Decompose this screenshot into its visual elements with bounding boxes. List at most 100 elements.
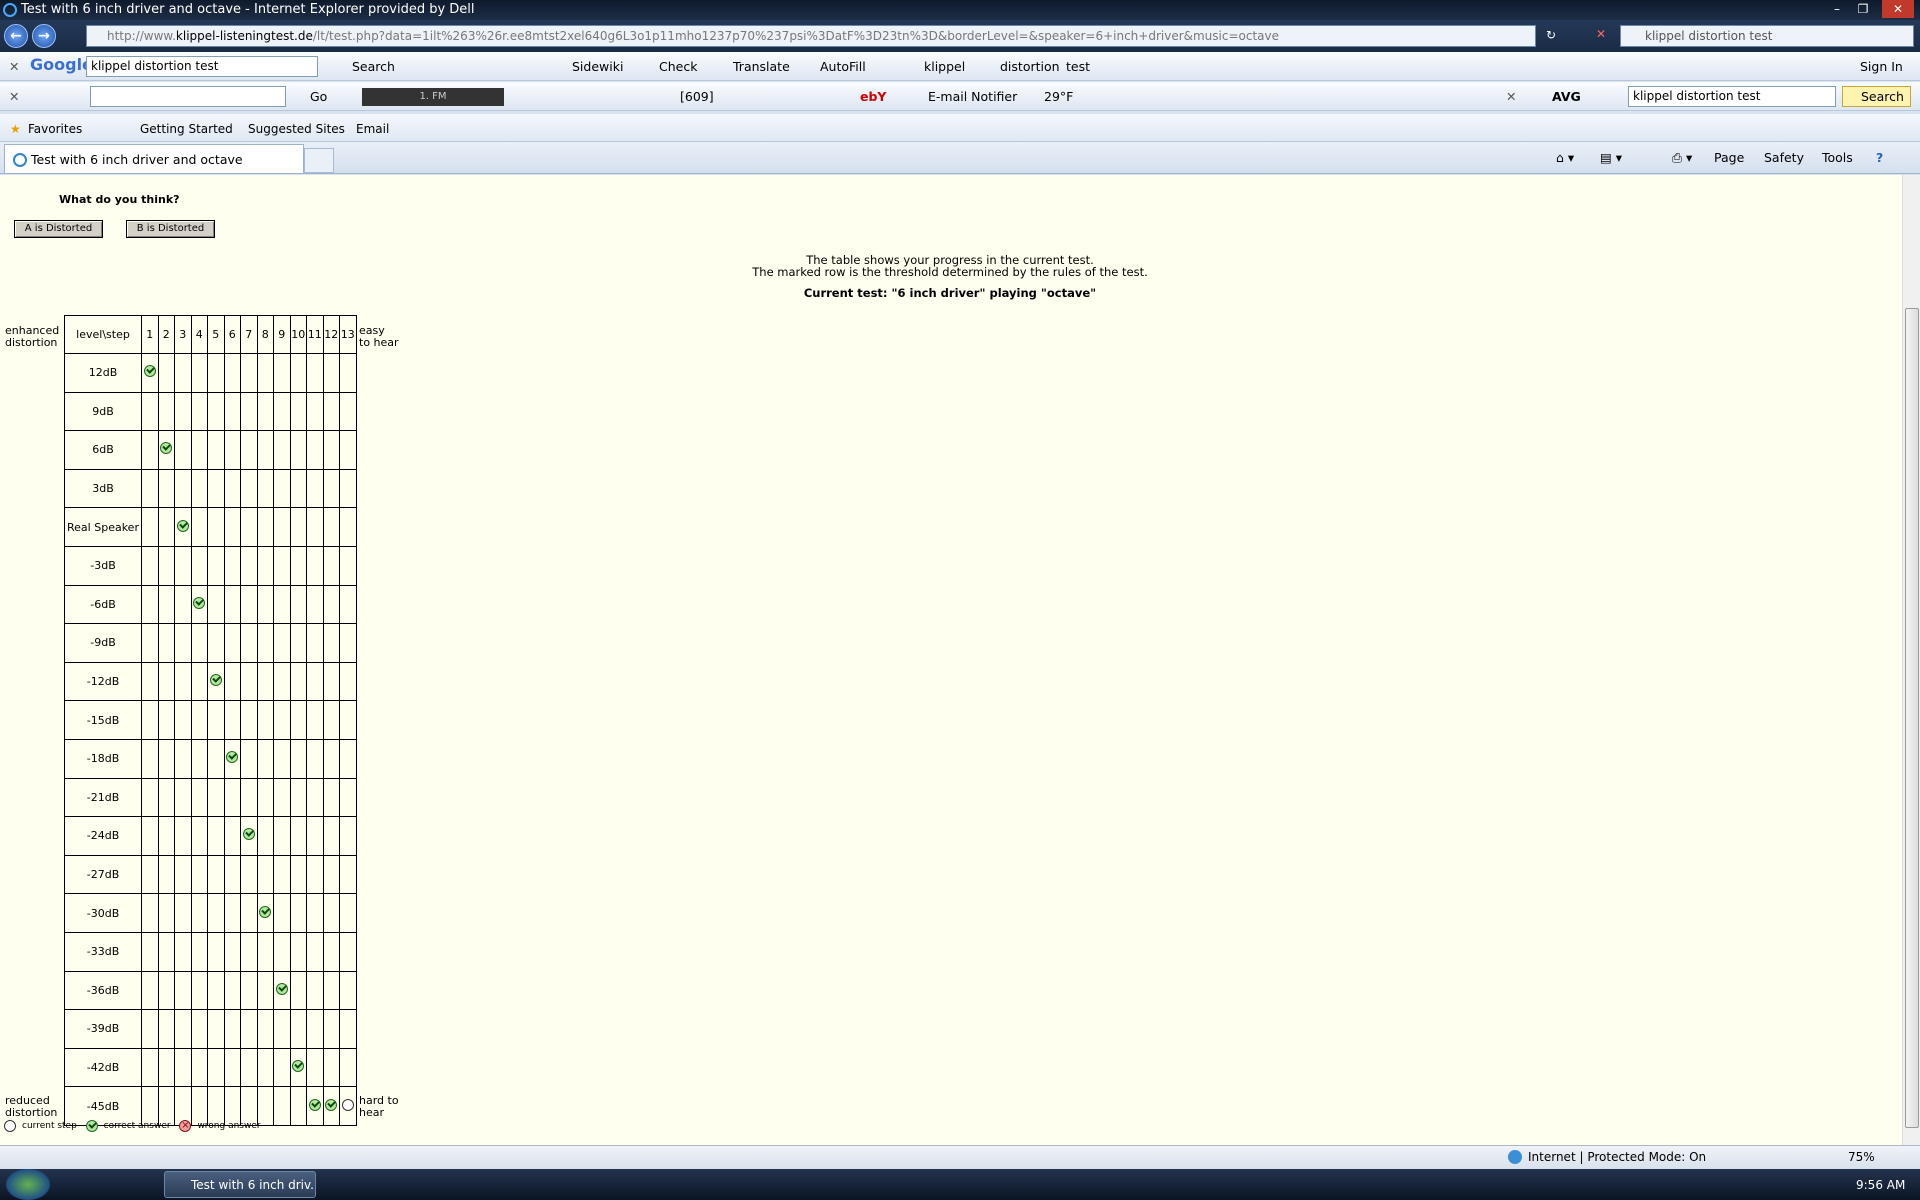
tab-current[interactable]: Test with 6 inch driver and octave (4, 144, 304, 173)
cell (273, 1086, 291, 1126)
b-is-distorted-button[interactable]: B is Distorted (126, 220, 215, 238)
table-row: 9dB (64, 391, 357, 432)
cell (306, 391, 324, 432)
tab-label: Test with 6 inch driver and octave (31, 152, 243, 167)
email-notifier[interactable]: E-mail Notifier (928, 88, 1017, 106)
forward-button[interactable]: → (32, 24, 56, 48)
back-button[interactable]: ← (4, 24, 28, 48)
address-input[interactable]: http://www.klippel-listeningtest.de/lt/t… (86, 25, 1536, 47)
level-label: 3dB (64, 468, 142, 509)
level-label: 9dB (64, 391, 142, 432)
cell (141, 545, 159, 586)
toolbar2-input[interactable] (90, 86, 286, 107)
cell (223, 623, 241, 663)
print-icon[interactable]: ⎙ ▾ (1672, 150, 1692, 166)
tools-menu[interactable]: Tools (1822, 150, 1853, 165)
cell (339, 623, 357, 663)
translate-button[interactable]: Translate (733, 58, 790, 76)
go-button[interactable]: Go (310, 88, 327, 106)
live-search-input[interactable]: klippel distortion test (1620, 25, 1914, 47)
cell (207, 468, 225, 509)
sign-in-button[interactable]: Sign In (1860, 58, 1903, 76)
start-button[interactable] (6, 1169, 50, 1200)
cell (190, 661, 208, 702)
cell (289, 507, 307, 547)
header-step-6: 6 (223, 315, 241, 354)
yahoo-search-button[interactable]: Search (1842, 86, 1911, 107)
header-level-step: level\step (64, 315, 142, 354)
zoom-level[interactable]: 75% (1848, 1150, 1875, 1164)
radio-player[interactable]: 1. FM (362, 88, 504, 106)
feeds-icon[interactable]: ▤ ▾ (1600, 150, 1622, 165)
correct-answer-icon (176, 519, 189, 532)
legend: current step correct answer × wrong answe… (4, 1120, 267, 1132)
scroll-thumb[interactable] (1905, 308, 1919, 1128)
stop-icon[interactable]: ✕ (1596, 27, 1606, 41)
google-logo: Google (30, 55, 93, 74)
cell (339, 816, 357, 856)
help-icon[interactable]: ? (1876, 150, 1883, 165)
level-label: -15dB (64, 700, 142, 740)
refresh-icon[interactable]: ↻ (1546, 28, 1556, 42)
cell (174, 430, 192, 470)
enhanced-label: enhanced distortion (5, 324, 60, 349)
cell (240, 1047, 258, 1088)
level-label: -24dB (64, 816, 142, 856)
cell (157, 816, 175, 856)
favorites-button[interactable]: Favorites (28, 120, 82, 138)
toolbar-close-icon[interactable]: ✕ (9, 58, 19, 76)
cell (223, 353, 241, 393)
cell (306, 816, 324, 856)
new-tab-button[interactable] (304, 148, 334, 173)
correct-answer-icon (160, 442, 173, 455)
cell (339, 970, 357, 1011)
restore-button[interactable]: ❐ (1850, 0, 1876, 18)
cell (289, 584, 307, 625)
a-is-distorted-button[interactable]: A is Distorted (14, 220, 103, 238)
yahoo-search-input[interactable]: klippel distortion test (1628, 86, 1836, 107)
cell (190, 584, 208, 625)
cell (223, 1009, 241, 1049)
avg-close-icon[interactable]: ✕ (1506, 88, 1516, 106)
google-search-button[interactable]: Search (352, 58, 395, 76)
cell (223, 777, 241, 818)
highlight-test[interactable]: test (1066, 58, 1090, 76)
cell (174, 391, 192, 432)
safety-menu[interactable]: Safety (1764, 150, 1804, 165)
cell (339, 1086, 357, 1126)
cell (289, 391, 307, 432)
cell (306, 738, 324, 779)
fav-email[interactable]: Email (356, 120, 389, 138)
check-button[interactable]: Check (659, 58, 697, 76)
cell (157, 1009, 175, 1049)
table-row: -42dB (64, 1047, 357, 1088)
cell (322, 584, 340, 625)
question-text: What do you think? (59, 193, 180, 206)
ebay-icon[interactable]: ebY (860, 88, 886, 106)
highlight-klippel[interactable]: klippel (924, 58, 965, 76)
autofill-button[interactable]: AutoFill (820, 58, 866, 76)
toolbar2-close-icon[interactable]: ✕ (9, 88, 19, 106)
home-icon[interactable]: ⌂ ▾ (1556, 150, 1574, 165)
taskbar-ie-window[interactable]: Test with 6 inch driv... (164, 1171, 316, 1198)
cell (322, 391, 340, 432)
close-window-button[interactable]: ✕ (1882, 0, 1914, 18)
minimize-button[interactable]: – (1824, 0, 1850, 18)
header-step-13: 13 (339, 315, 357, 354)
cell (322, 854, 340, 895)
google-search-input[interactable]: klippel distortion test (86, 56, 318, 77)
window-title: Test with 6 inch driver and octave - Int… (21, 2, 475, 17)
sidewiki-button[interactable]: Sidewiki (572, 58, 623, 76)
cell (157, 507, 175, 547)
page-menu[interactable]: Page (1714, 150, 1744, 165)
cell (157, 584, 175, 625)
cell (273, 584, 291, 625)
cell (339, 391, 357, 432)
highlight-distortion[interactable]: distortion (1000, 58, 1060, 76)
cell (256, 623, 274, 663)
level-label: -3dB (64, 545, 142, 586)
fav-getting-started[interactable]: Getting Started (140, 120, 233, 138)
vertical-scrollbar[interactable] (1902, 175, 1920, 1145)
cell (289, 738, 307, 779)
fav-suggested-sites[interactable]: Suggested Sites (248, 120, 345, 138)
